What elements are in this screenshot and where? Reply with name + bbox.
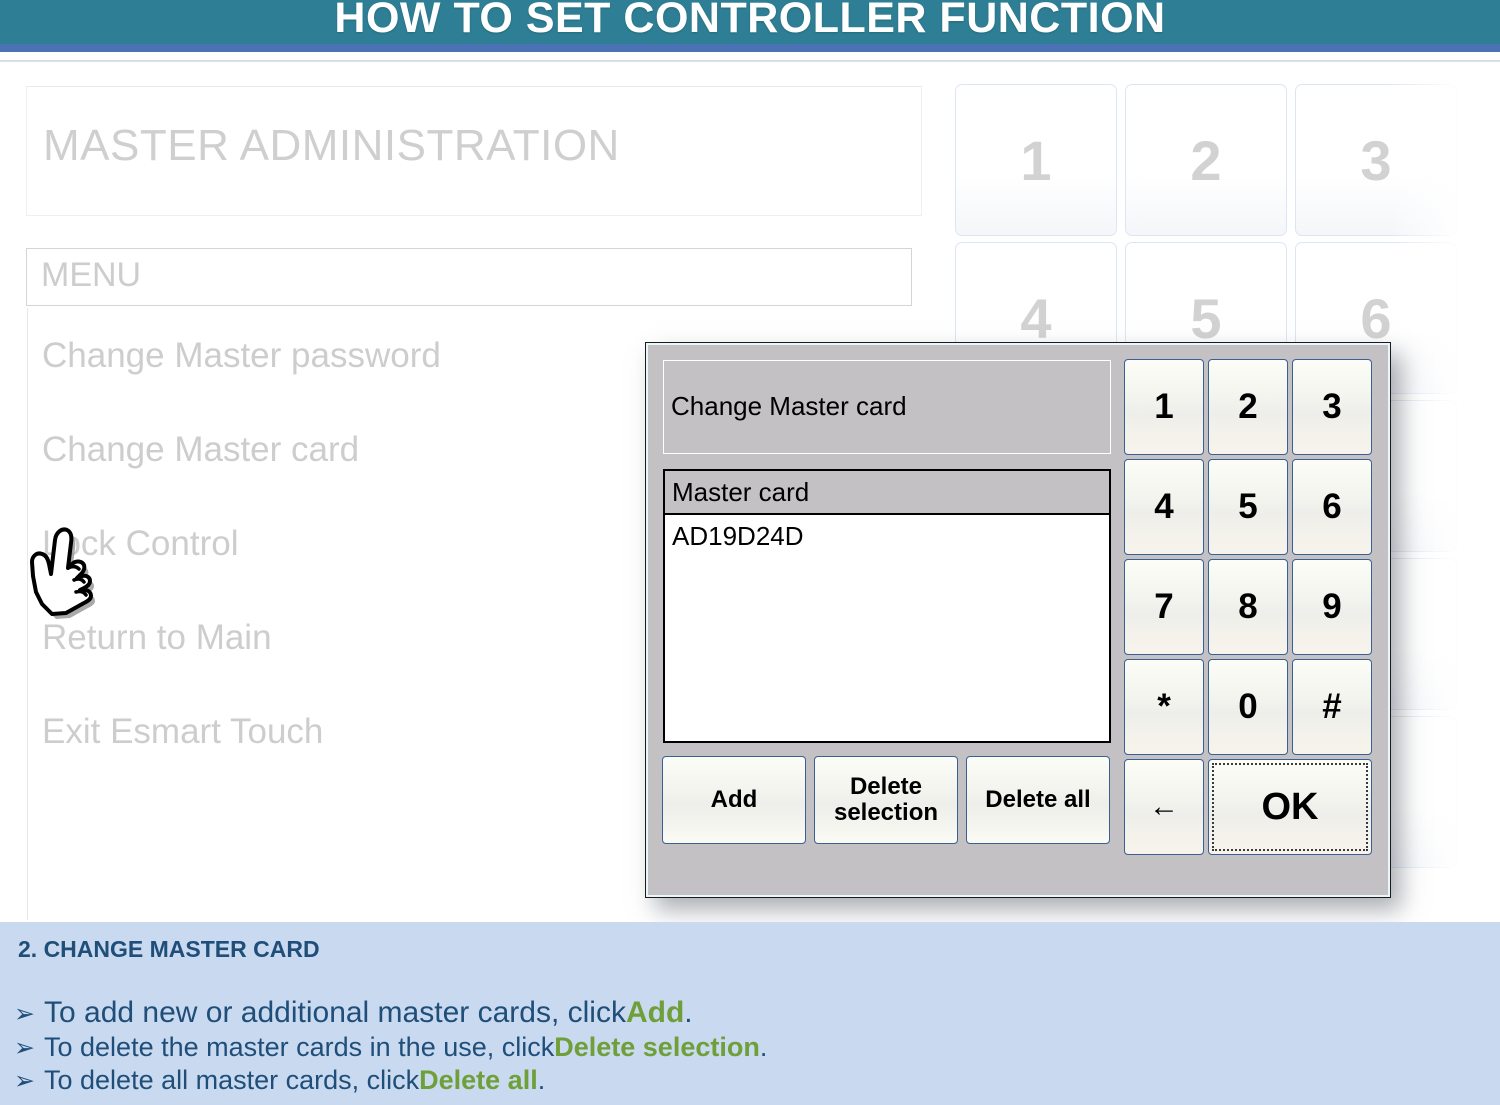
ok-button[interactable]: OK (1208, 759, 1372, 855)
bullet-arrow-icon: ➢ (14, 1034, 35, 1062)
add-button-label: Add (710, 785, 758, 813)
background-keypad-key-2[interactable]: 2 (1125, 84, 1287, 236)
caption-line-1: ➢ To add new or additional master cards,… (14, 996, 1484, 1030)
delete-selection-line-1: Delete (849, 772, 923, 800)
bullet-arrow-icon: ➢ (14, 1067, 35, 1095)
caption-line-2-pre: To delete the master cards in the use, c… (44, 1032, 555, 1062)
keypad-key-0[interactable]: 0 (1208, 659, 1288, 755)
menu-item-exit-esmart-touch[interactable]: Exit Esmart Touch (42, 712, 323, 752)
master-card-list-body[interactable]: AD19D24D (665, 515, 1109, 741)
dialog-title: Change Master card (671, 391, 907, 421)
master-administration-header: MASTER ADMINISTRATION (26, 86, 922, 216)
menu-item-change-master-password[interactable]: Change Master password (42, 336, 441, 376)
caption-line-1-pre: To add new or additional master cards, c… (44, 996, 626, 1029)
delete-selection-line-2: selection (833, 799, 939, 826)
background-keypad-key-3[interactable]: 3 (1295, 84, 1457, 236)
keypad-key-asterisk[interactable]: * (1124, 659, 1204, 755)
caption-line-2-highlight: Delete selection (554, 1032, 760, 1062)
menu-item-change-master-card[interactable]: Change Master card (42, 430, 359, 470)
background-application-screen: MASTER ADMINISTRATION MENU Change Master… (0, 62, 1500, 922)
keypad-key-hash[interactable]: # (1292, 659, 1372, 755)
caption-bullet-list: ➢ To add new or additional master cards,… (14, 996, 1484, 1096)
delete-selection-button-label: Delete selection (833, 772, 939, 827)
background-keypad-key-1[interactable]: 1 (955, 84, 1117, 236)
keypad-key-3[interactable]: 3 (1292, 359, 1372, 455)
keypad-key-2[interactable]: 2 (1208, 359, 1288, 455)
dialog-action-buttons: Add Delete selection Delete all (662, 756, 1112, 844)
master-card-list[interactable]: Master card AD19D24D (663, 469, 1111, 743)
slide-title-bar: HOW TO SET CONTROLLER FUNCTION (0, 0, 1500, 52)
keypad-key-4[interactable]: 4 (1124, 459, 1204, 555)
dialog-keypad: 1 2 3 4 5 6 7 8 9 * 0 # ← OK (1124, 359, 1372, 855)
add-button[interactable]: Add (662, 756, 806, 844)
page-title: HOW TO SET CONTROLLER FUNCTION (334, 0, 1166, 42)
menu-item-return-to-main[interactable]: Return to Main (42, 618, 272, 658)
caption-line-2: ➢ To delete the master cards in the use,… (14, 1032, 1484, 1063)
keypad-key-9[interactable]: 9 (1292, 559, 1372, 655)
menu-item-lock-control[interactable]: Lock Control (42, 524, 238, 564)
caption-heading: 2. CHANGE MASTER CARD (18, 936, 320, 962)
screen-title: MASTER ADMINISTRATION (43, 121, 620, 170)
delete-all-button-label: Delete all (985, 785, 1091, 813)
delete-all-button[interactable]: Delete all (966, 756, 1110, 844)
caption-line-1-post: . (684, 996, 693, 1029)
caption-line-3: ➢ To delete all master cards, click Dele… (14, 1065, 1484, 1096)
caption-panel: 2. CHANGE MASTER CARD ➢ To add new or ad… (0, 922, 1500, 1105)
keypad-key-5[interactable]: 5 (1208, 459, 1288, 555)
caption-line-2-post: . (759, 1032, 768, 1062)
change-master-card-dialog: Change Master card Master card AD19D24D … (645, 342, 1391, 898)
keypad-key-1[interactable]: 1 (1124, 359, 1204, 455)
keypad-key-6[interactable]: 6 (1292, 459, 1372, 555)
menu-field-label: MENU (41, 256, 142, 294)
caption-line-3-post: . (537, 1065, 546, 1095)
dialog-title-panel: Change Master card (663, 360, 1111, 454)
keypad-key-7[interactable]: 7 (1124, 559, 1204, 655)
backspace-arrow-icon[interactable]: ← (1124, 759, 1204, 855)
delete-selection-button[interactable]: Delete selection (814, 756, 958, 844)
keypad-key-8[interactable]: 8 (1208, 559, 1288, 655)
caption-line-1-highlight: Add (625, 996, 685, 1029)
list-item[interactable]: AD19D24D (672, 519, 1109, 553)
bullet-arrow-icon: ➢ (14, 1000, 35, 1028)
master-card-column-header: Master card (665, 471, 1109, 515)
caption-line-3-pre: To delete all master cards, click (44, 1065, 420, 1095)
menu-field[interactable]: MENU (26, 248, 912, 306)
caption-line-3-highlight: Delete all (419, 1065, 538, 1095)
